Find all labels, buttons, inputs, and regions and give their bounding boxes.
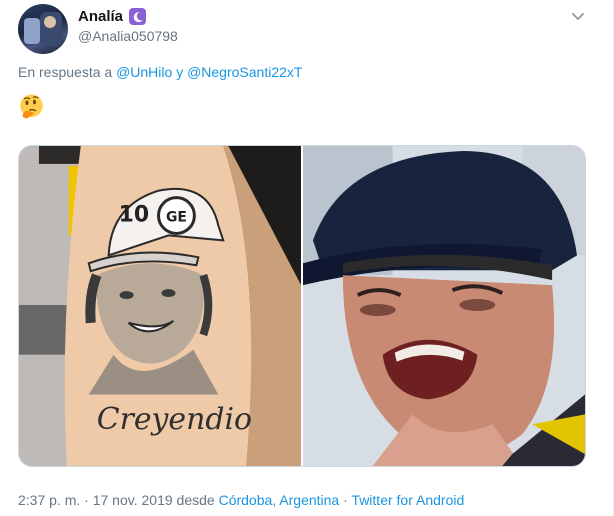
avatar[interactable] bbox=[18, 4, 68, 54]
thinking-face-icon bbox=[20, 94, 43, 119]
tweet-client[interactable]: Twitter for Android bbox=[351, 492, 464, 508]
media-grid: GE 10 Creyendio bbox=[18, 145, 586, 467]
tweet-date[interactable]: 17 nov. 2019 bbox=[93, 492, 173, 508]
separator-dot: · bbox=[84, 492, 89, 508]
svg-text:GE: GE bbox=[166, 210, 187, 226]
user-handle[interactable]: @Analia050798 bbox=[78, 28, 178, 44]
tweet: Analía @Analia050798 En respuesta a @UnH… bbox=[0, 0, 614, 516]
reply-mention-negrosanti[interactable]: @NegroSanti22xT bbox=[187, 64, 302, 80]
author-row[interactable]: Analía bbox=[78, 8, 147, 25]
tweet-location[interactable]: Córdoba, Argentina bbox=[219, 492, 340, 508]
tattoo-script: Creyendio bbox=[97, 402, 252, 437]
chevron-down-icon[interactable] bbox=[570, 8, 586, 24]
tattoo-photo[interactable]: GE 10 Creyendio bbox=[19, 146, 301, 466]
desde-label: desde bbox=[176, 492, 215, 508]
cap-number: 10 bbox=[119, 203, 149, 228]
reply-prefix: En respuesta a bbox=[18, 64, 113, 80]
separator-dot: · bbox=[343, 492, 348, 508]
tweet-metadata: 2:37 p. m. · 17 nov. 2019 desde Córdoba,… bbox=[18, 492, 464, 508]
reply-context: En respuesta a @UnHilo y @NegroSanti22xT bbox=[18, 64, 302, 80]
crescent-moon-badge-icon bbox=[129, 8, 147, 25]
reply-mention-unhilo[interactable]: @UnHilo bbox=[116, 64, 172, 80]
display-name[interactable]: Analía bbox=[78, 8, 123, 25]
tweet-time[interactable]: 2:37 p. m. bbox=[18, 492, 80, 508]
crying-fan-photo[interactable] bbox=[303, 146, 585, 466]
reply-joiner: y bbox=[176, 64, 184, 80]
